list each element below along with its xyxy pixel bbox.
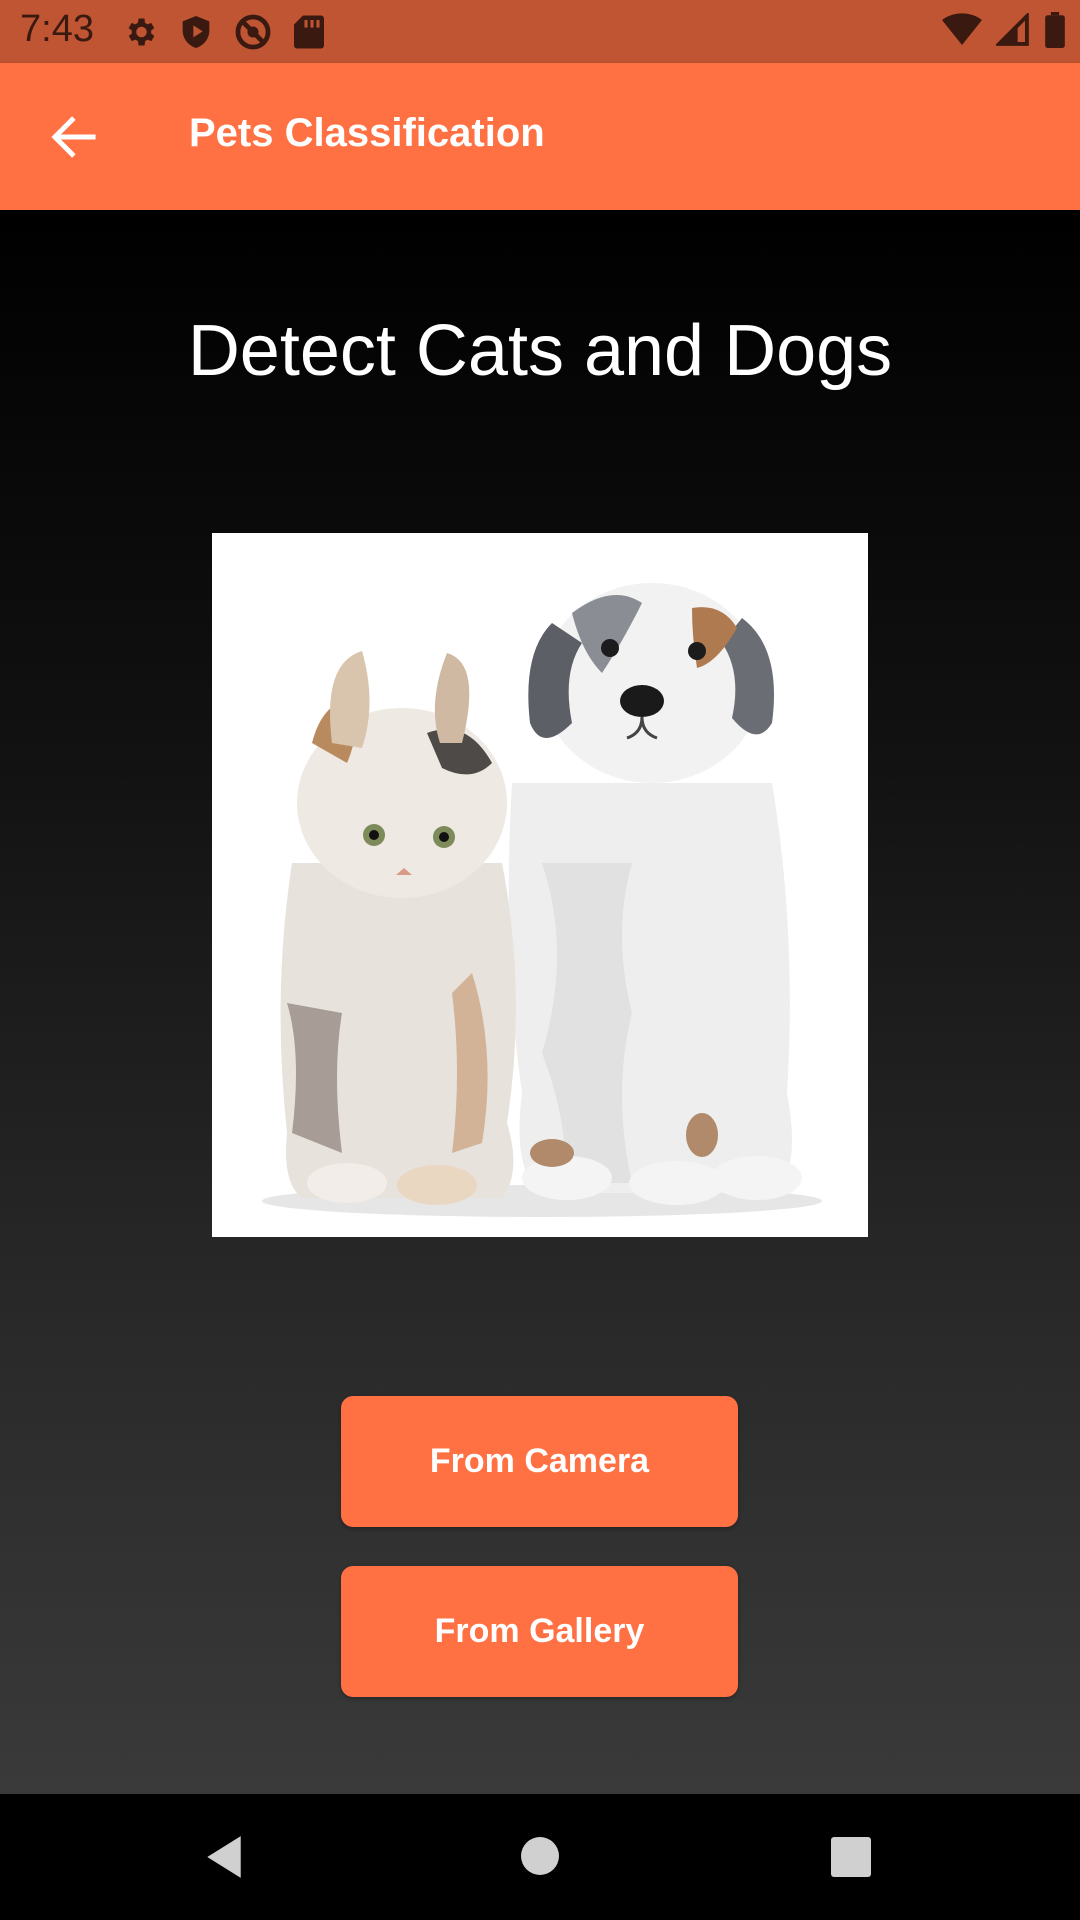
status-icons-left xyxy=(122,13,324,51)
from-camera-button[interactable]: From Camera xyxy=(341,1396,738,1527)
app-bar: Pets Classification xyxy=(0,63,1080,210)
nav-recents-icon[interactable] xyxy=(831,1837,871,1877)
app-title: Pets Classification xyxy=(189,111,545,155)
cell-signal-icon xyxy=(996,13,1029,46)
status-icons-right xyxy=(942,12,1066,48)
nav-back-icon[interactable] xyxy=(203,1834,245,1880)
arrow-back-icon xyxy=(51,116,96,158)
status-bar: 7:43 xyxy=(0,0,1080,63)
blocked-icon xyxy=(235,14,271,50)
sd-card-icon xyxy=(294,15,324,49)
navigation-bar xyxy=(0,1794,1080,1920)
kitten-puppy-illustration xyxy=(212,533,868,1237)
page-heading: Detect Cats and Dogs xyxy=(187,311,893,391)
wifi-icon xyxy=(942,13,982,46)
back-button[interactable] xyxy=(38,101,110,173)
pet-image xyxy=(212,533,868,1237)
status-time: 7:43 xyxy=(20,8,94,50)
battery-icon xyxy=(1045,12,1065,48)
settings-icon xyxy=(128,18,155,46)
from-gallery-button[interactable]: From Gallery xyxy=(341,1566,738,1697)
shield-play-icon xyxy=(182,16,210,48)
main-content: Detect Cats and Dogs From Camera From Ga… xyxy=(0,210,1080,1794)
nav-home-icon[interactable] xyxy=(520,1836,560,1876)
